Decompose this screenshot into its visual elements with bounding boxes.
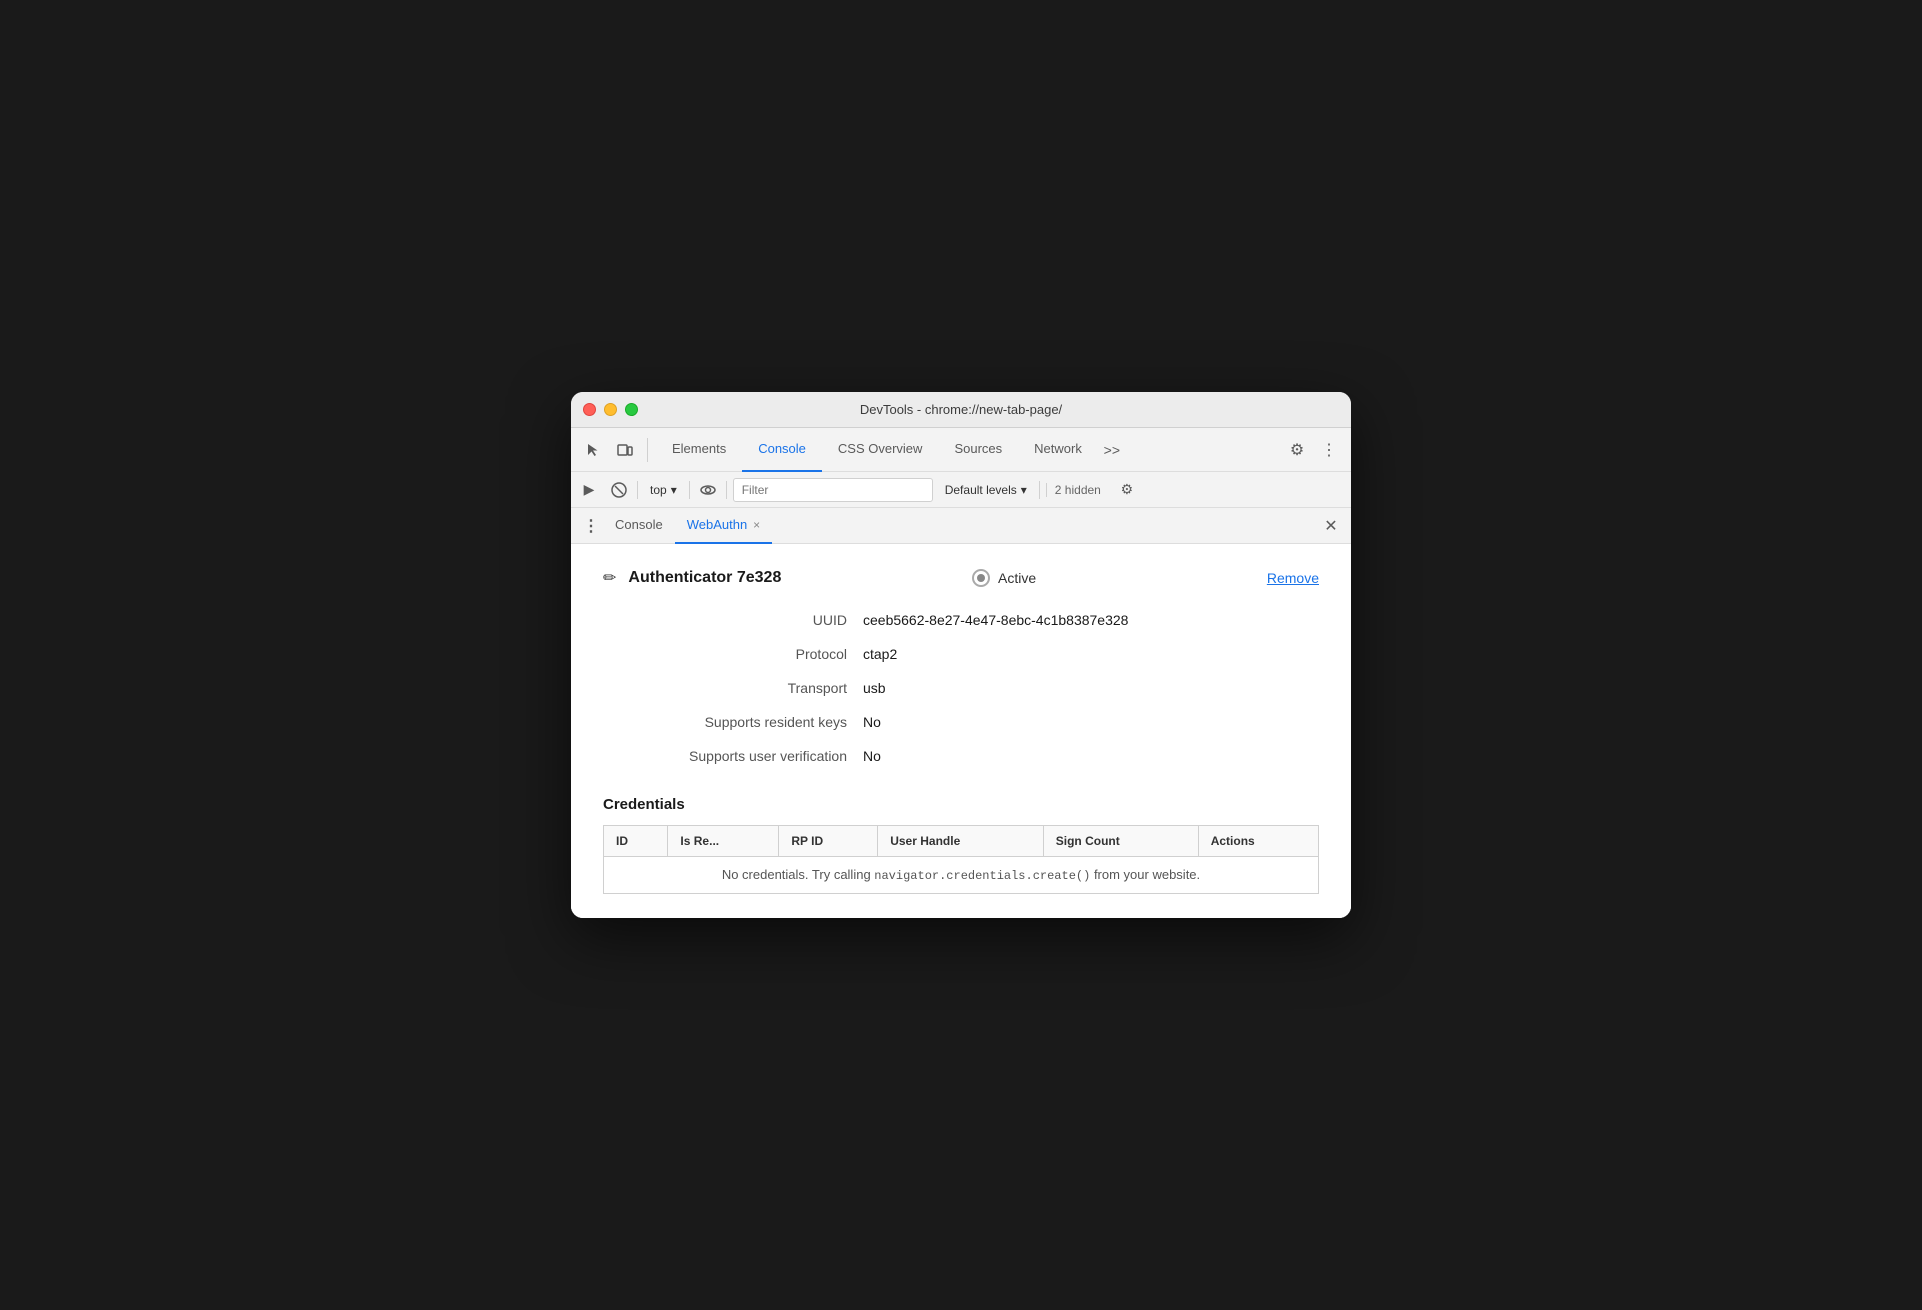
filter-input[interactable] xyxy=(733,478,933,502)
settings-icon: ⚙ xyxy=(1290,440,1304,460)
protocol-value: ctap2 xyxy=(863,646,897,662)
credentials-section: Credentials ID Is Re... RP ID User Handl… xyxy=(603,796,1319,894)
active-label: Active xyxy=(998,570,1036,586)
field-row-resident-keys: Supports resident keys No xyxy=(603,714,1319,730)
no-credentials-cell: No credentials. Try calling navigator.cr… xyxy=(604,857,1319,894)
active-radio[interactable] xyxy=(972,569,990,587)
levels-btn[interactable]: Default levels ▾ xyxy=(939,481,1033,499)
close-button[interactable] xyxy=(583,403,596,416)
minimize-button[interactable] xyxy=(604,403,617,416)
authenticator-name: Authenticator 7e328 xyxy=(628,569,781,587)
tab-elements[interactable]: Elements xyxy=(656,428,742,472)
separator xyxy=(647,438,648,462)
field-row-user-verification: Supports user verification No xyxy=(603,748,1319,764)
eye-icon xyxy=(700,482,716,498)
uuid-value: ceeb5662-8e27-4e47-8ebc-4c1b8387e328 xyxy=(863,612,1128,628)
transport-value: usb xyxy=(863,680,886,696)
console-settings-icon: ⚙ xyxy=(1121,481,1134,498)
col-actions: Actions xyxy=(1198,826,1318,857)
uuid-label: UUID xyxy=(603,612,863,628)
credentials-title: Credentials xyxy=(603,796,1319,813)
title-bar: DevTools - chrome://new-tab-page/ xyxy=(571,392,1351,428)
active-status: Active xyxy=(972,569,1036,587)
field-row-protocol: Protocol ctap2 xyxy=(603,646,1319,662)
hidden-count: 2 hidden xyxy=(1046,483,1109,497)
cursor-icon-btn[interactable] xyxy=(579,436,607,464)
menu-btn[interactable]: ⋮ xyxy=(1315,436,1343,464)
no-credentials-text: No credentials. Try calling navigator.cr… xyxy=(722,867,1200,882)
more-tabs-btn[interactable]: >> xyxy=(1098,436,1126,464)
edit-icon[interactable]: ✏ xyxy=(603,568,616,588)
field-row-uuid: UUID ceeb5662-8e27-4e47-8ebc-4c1b8387e32… xyxy=(603,612,1319,628)
top-toolbar: Elements Console CSS Overview Sources Ne… xyxy=(571,428,1351,472)
drawer-tab-webauthn[interactable]: WebAuthn × xyxy=(675,508,772,544)
separator-5 xyxy=(1039,481,1040,499)
console-settings-btn[interactable]: ⚙ xyxy=(1115,478,1139,502)
levels-dropdown-icon: ▾ xyxy=(1021,483,1027,497)
separator-4 xyxy=(726,481,727,499)
drawer-more-icon: ⋮ xyxy=(583,516,599,536)
no-creds-suffix: from your website. xyxy=(1090,867,1200,882)
resident-keys-value: No xyxy=(863,714,881,730)
settings-btn[interactable]: ⚙ xyxy=(1283,436,1311,464)
device-icon-btn[interactable] xyxy=(611,436,639,464)
separator-3 xyxy=(689,481,690,499)
drawer-more-btn[interactable]: ⋮ xyxy=(579,514,603,538)
window-title: DevTools - chrome://new-tab-page/ xyxy=(860,402,1062,417)
col-is-resident: Is Re... xyxy=(668,826,779,857)
tab-nav: Elements Console CSS Overview Sources Ne… xyxy=(656,428,1279,472)
context-select[interactable]: top ▾ xyxy=(644,481,683,499)
no-credentials-row: No credentials. Try calling navigator.cr… xyxy=(604,857,1319,894)
separator-2 xyxy=(637,481,638,499)
field-row-transport: Transport usb xyxy=(603,680,1319,696)
context-label: top xyxy=(650,483,667,497)
col-id: ID xyxy=(604,826,668,857)
clear-icon xyxy=(611,482,627,498)
toolbar-right: ⚙ ⋮ xyxy=(1283,436,1343,464)
drawer-tab-webauthn-close[interactable]: × xyxy=(753,518,760,532)
radio-inner xyxy=(977,574,985,582)
col-rp-id: RP ID xyxy=(779,826,878,857)
execute-btn[interactable]: ▶ xyxy=(577,478,601,502)
drawer-tab-webauthn-label: WebAuthn xyxy=(687,517,747,532)
user-verification-label: Supports user verification xyxy=(603,748,863,764)
transport-label: Transport xyxy=(603,680,863,696)
drawer-tab-console-label: Console xyxy=(615,517,663,532)
no-creds-code: navigator.credentials.create() xyxy=(874,869,1090,883)
execute-icon: ▶ xyxy=(584,481,595,498)
no-creds-prefix: No credentials. Try calling xyxy=(722,867,874,882)
clear-btn[interactable] xyxy=(607,478,631,502)
traffic-lights xyxy=(583,403,638,416)
drawer-tabs: ⋮ Console WebAuthn × ✕ xyxy=(571,508,1351,544)
webauthn-panel: ✏ Authenticator 7e328 Active Remove UUID… xyxy=(571,544,1351,918)
protocol-label: Protocol xyxy=(603,646,863,662)
authenticator-header: ✏ Authenticator 7e328 Active Remove xyxy=(603,568,1319,588)
tab-sources[interactable]: Sources xyxy=(938,428,1018,472)
console-toolbar: ▶ top ▾ Defa xyxy=(571,472,1351,508)
menu-icon: ⋮ xyxy=(1321,440,1337,460)
tab-console[interactable]: Console xyxy=(742,428,822,472)
levels-label: Default levels xyxy=(945,483,1017,497)
resident-keys-label: Supports resident keys xyxy=(603,714,863,730)
drawer-tab-console[interactable]: Console xyxy=(603,508,675,544)
eye-icon-btn[interactable] xyxy=(696,478,720,502)
credentials-table: ID Is Re... RP ID User Handle Sign Count… xyxy=(603,825,1319,894)
col-sign-count: Sign Count xyxy=(1043,826,1198,857)
field-table: UUID ceeb5662-8e27-4e47-8ebc-4c1b8387e32… xyxy=(603,612,1319,764)
dropdown-arrow-icon: ▾ xyxy=(671,483,677,497)
drawer-close-icon: ✕ xyxy=(1324,516,1337,536)
tab-network[interactable]: Network xyxy=(1018,428,1098,472)
col-user-handle: User Handle xyxy=(878,826,1044,857)
maximize-button[interactable] xyxy=(625,403,638,416)
tab-css-overview[interactable]: CSS Overview xyxy=(822,428,939,472)
drawer-close-btn[interactable]: ✕ xyxy=(1319,514,1343,538)
remove-link[interactable]: Remove xyxy=(1267,570,1319,586)
user-verification-value: No xyxy=(863,748,881,764)
